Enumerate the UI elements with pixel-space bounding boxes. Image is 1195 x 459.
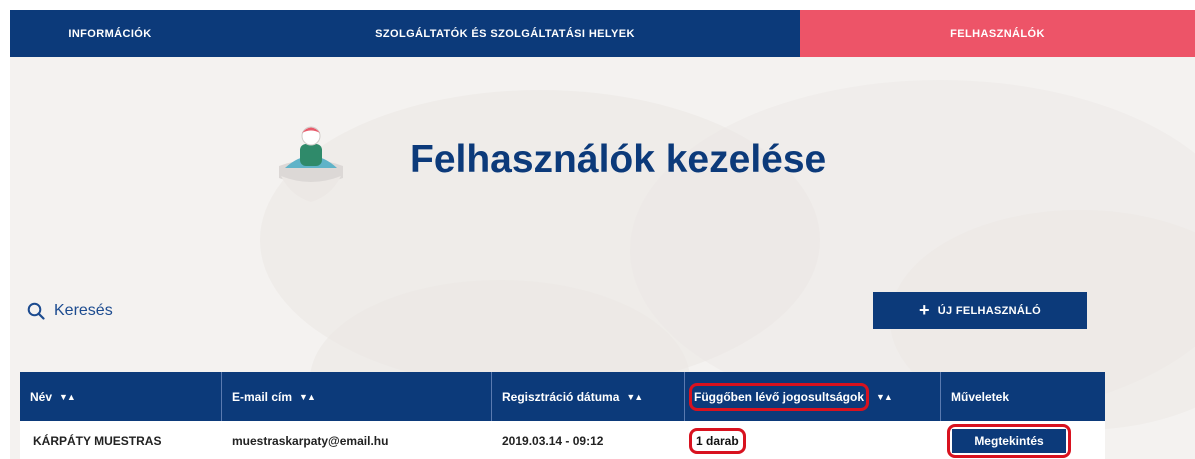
column-label: Műveletek xyxy=(951,389,1010,404)
cell-pending: 1 darab xyxy=(685,421,941,459)
column-label: E-mail cím xyxy=(232,389,293,404)
column-header-email[interactable]: E-mail cím ▼▲ xyxy=(222,372,492,421)
search-label: Keresés xyxy=(54,302,113,319)
column-header-name[interactable]: Név ▼▲ xyxy=(20,372,222,421)
sort-icon[interactable]: ▼▲ xyxy=(299,392,316,402)
column-header-registration-date[interactable]: Regisztráció dátuma ▼▲ xyxy=(492,372,685,421)
search-toggle[interactable]: Keresés xyxy=(27,302,113,320)
sort-icon[interactable]: ▼▲ xyxy=(59,392,76,402)
page-title: Felhasználók kezelése xyxy=(410,138,827,181)
cell-registration-date: 2019.03.14 - 09:12 xyxy=(502,434,604,448)
sort-icon[interactable]: ▼▲ xyxy=(626,392,643,402)
table-row: KÁRPÁTY MUESTRAS muestraskarpaty@email.h… xyxy=(20,421,1105,459)
cell-email: muestraskarpaty@email.hu xyxy=(232,434,389,448)
view-button-highlight: Megtekintés xyxy=(947,424,1071,458)
column-label: Függőben lévő jogosultságok xyxy=(689,382,870,411)
pending-count: 1 darab xyxy=(689,428,746,454)
new-user-button[interactable]: + ÚJ FELHASZNÁLÓ xyxy=(873,292,1087,329)
cell-name: KÁRPÁTY MUESTRAS xyxy=(33,434,162,448)
search-icon xyxy=(27,302,45,320)
tab-informaciok[interactable]: INFORMÁCIÓK xyxy=(10,10,210,57)
users-table: Név ▼▲ E-mail cím ▼▲ Regisztráció dátuma… xyxy=(20,372,1105,459)
new-user-label: ÚJ FELHASZNÁLÓ xyxy=(937,304,1041,317)
cell-actions: Megtekintés xyxy=(941,421,1105,459)
tab-felhasznalok[interactable]: FELHASZNÁLÓK xyxy=(800,10,1195,57)
column-label: Név xyxy=(30,389,53,404)
sort-icon[interactable]: ▼▲ xyxy=(876,392,893,402)
view-button[interactable]: Megtekintés xyxy=(952,429,1066,453)
tab-szolgaltatok[interactable]: SZOLGÁLTATÓK ÉS SZOLGÁLTATÁSI HELYEK xyxy=(210,10,800,57)
top-navigation: INFORMÁCIÓK SZOLGÁLTATÓK ÉS SZOLGÁLTATÁS… xyxy=(10,10,1195,57)
page-background: INFORMÁCIÓK SZOLGÁLTATÓK ÉS SZOLGÁLTATÁS… xyxy=(10,10,1195,459)
column-label: Regisztráció dátuma xyxy=(502,389,620,404)
plus-icon: + xyxy=(918,299,930,320)
user-mascot-icon xyxy=(279,126,343,202)
column-header-pending-permissions[interactable]: Függőben lévő jogosultságok ▼▲ xyxy=(685,372,941,421)
column-header-actions: Műveletek xyxy=(941,372,1105,421)
table-header: Név ▼▲ E-mail cím ▼▲ Regisztráció dátuma… xyxy=(20,372,1105,421)
